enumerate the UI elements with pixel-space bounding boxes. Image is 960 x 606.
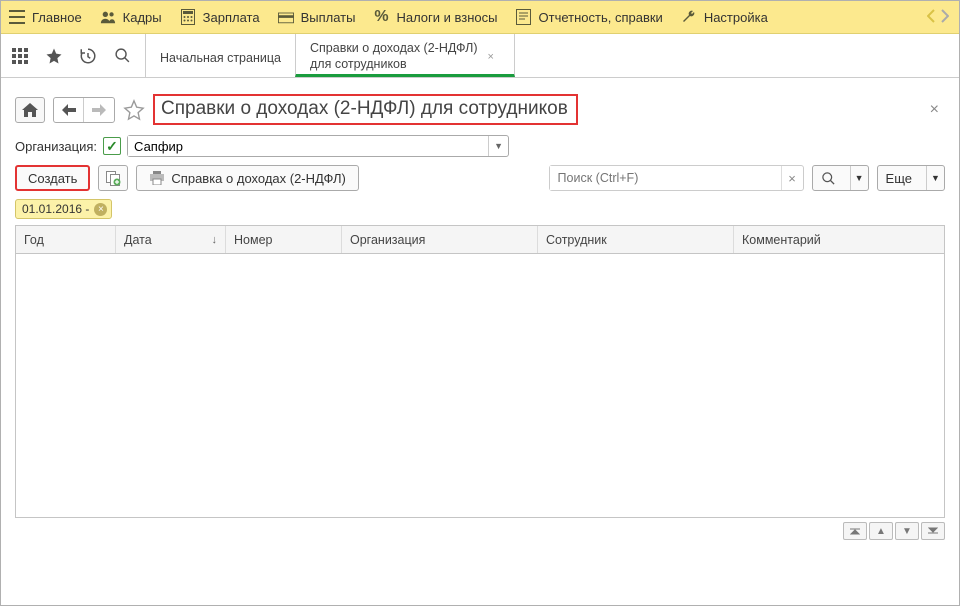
date-filter-clear-icon[interactable]: × <box>94 203 107 216</box>
menubar-scroll <box>927 9 951 25</box>
scroll-top-button[interactable] <box>843 522 867 540</box>
menu-label: Настройка <box>704 10 768 25</box>
percent-icon: % <box>373 9 389 25</box>
chevron-down-icon[interactable]: ▼ <box>850 166 868 190</box>
search-icon[interactable] <box>113 47 131 65</box>
col-date[interactable]: Дата ↓ <box>116 226 226 253</box>
menu-otchetnost[interactable]: Отчетность, справки <box>516 9 663 25</box>
search-box: × <box>549 165 804 191</box>
filter-row: Организация: ✓ ▼ <box>1 135 959 165</box>
col-number[interactable]: Номер <box>226 226 342 253</box>
wrench-icon <box>681 9 697 25</box>
scroll-right-icon[interactable] <box>941 9 951 25</box>
table-scroll-buttons: ▲ ▼ <box>15 522 945 540</box>
create-label: Создать <box>28 171 77 186</box>
chevron-down-icon[interactable]: ▼ <box>926 166 944 190</box>
apps-grid-icon[interactable] <box>11 47 29 65</box>
table-body[interactable] <box>16 254 944 517</box>
copy-button[interactable] <box>98 165 128 191</box>
star-filled-icon[interactable] <box>45 47 63 65</box>
col-year[interactable]: Год <box>16 226 116 253</box>
org-checkbox[interactable]: ✓ <box>103 137 121 155</box>
org-dropdown[interactable]: ▼ <box>127 135 509 157</box>
more-label: Еще <box>878 166 920 190</box>
tab-close-icon[interactable]: × <box>488 51 494 63</box>
print-ref-button[interactable]: Справка о доходах (2-НДФЛ) <box>136 165 358 191</box>
scroll-down-button[interactable]: ▼ <box>895 522 919 540</box>
tool-tab-row: Начальная страница Справки о доходах (2-… <box>1 34 959 78</box>
main-menu-bar: Главное Кадры Зарплата Выплаты % Налоги … <box>1 1 959 34</box>
nav-back-button[interactable] <box>54 98 84 122</box>
tab-2ndfl[interactable]: Справки о доходах (2-НДФЛ) для сотрудник… <box>295 34 515 77</box>
date-filter-row: 01.01.2016 - × <box>1 199 959 225</box>
tab-label: Справки о доходах (2-НДФЛ) для сотрудник… <box>310 41 478 72</box>
menu-kadry[interactable]: Кадры <box>100 9 162 25</box>
org-label: Организация: <box>15 139 97 154</box>
col-comment[interactable]: Комментарий <box>734 226 944 253</box>
scroll-up-button[interactable]: ▲ <box>869 522 893 540</box>
action-toolbar: Создать Справка о доходах (2-НДФЛ) × ▼ Е… <box>1 165 959 199</box>
menu-nastroika[interactable]: Настройка <box>681 9 768 25</box>
hamburger-icon <box>9 9 25 25</box>
menu-label: Отчетность, справки <box>539 10 663 25</box>
nav-forward-button[interactable] <box>84 98 114 122</box>
nav-back-forward <box>53 97 115 123</box>
favorite-star-icon[interactable] <box>123 99 145 121</box>
col-employee[interactable]: Сотрудник <box>538 226 734 253</box>
page-title: Справки о доходах (2-НДФЛ) для сотрудник… <box>153 94 578 125</box>
calc-icon <box>180 9 196 25</box>
wallet-icon <box>278 9 294 25</box>
date-filter-label: 01.01.2016 - <box>22 202 89 216</box>
home-button[interactable] <box>15 97 45 123</box>
menu-vyplaty[interactable]: Выплаты <box>278 9 356 25</box>
report-icon <box>516 9 532 25</box>
people-icon <box>100 9 116 25</box>
search-clear-button[interactable]: × <box>781 166 803 190</box>
date-filter-tag[interactable]: 01.01.2016 - × <box>15 199 112 219</box>
tab-label: Начальная страница <box>160 51 281 67</box>
menu-zarplata[interactable]: Зарплата <box>180 9 260 25</box>
col-org[interactable]: Организация <box>342 226 538 253</box>
history-icon[interactable] <box>79 47 97 65</box>
menu-label: Главное <box>32 10 82 25</box>
table-header: Год Дата ↓ Номер Организация Сотрудник К… <box>16 226 944 254</box>
scroll-bottom-button[interactable] <box>921 522 945 540</box>
search-input[interactable] <box>550 166 781 190</box>
more-button[interactable]: Еще ▼ <box>877 165 945 191</box>
org-input[interactable] <box>128 136 488 156</box>
menu-label: Зарплата <box>203 10 260 25</box>
sort-desc-icon: ↓ <box>212 234 218 246</box>
dropdown-arrow-icon[interactable]: ▼ <box>488 136 508 156</box>
magnifier-icon <box>813 166 844 190</box>
page-header-row: Справки о доходах (2-НДФЛ) для сотрудник… <box>1 78 959 135</box>
printer-icon <box>149 171 165 185</box>
print-ref-label: Справка о доходах (2-НДФЛ) <box>171 171 345 186</box>
menu-label: Налоги и взносы <box>396 10 497 25</box>
menu-label: Выплаты <box>301 10 356 25</box>
close-page-button[interactable]: × <box>924 101 945 119</box>
tab-start-page[interactable]: Начальная страница <box>145 34 295 77</box>
menu-label: Кадры <box>123 10 162 25</box>
scroll-left-icon[interactable] <box>927 9 937 25</box>
data-table: Год Дата ↓ Номер Организация Сотрудник К… <box>15 225 945 518</box>
create-button[interactable]: Создать <box>15 165 90 191</box>
menu-main[interactable]: Главное <box>9 9 82 25</box>
menu-nalogi[interactable]: % Налоги и взносы <box>373 9 497 25</box>
search-go-button[interactable]: ▼ <box>812 165 869 191</box>
